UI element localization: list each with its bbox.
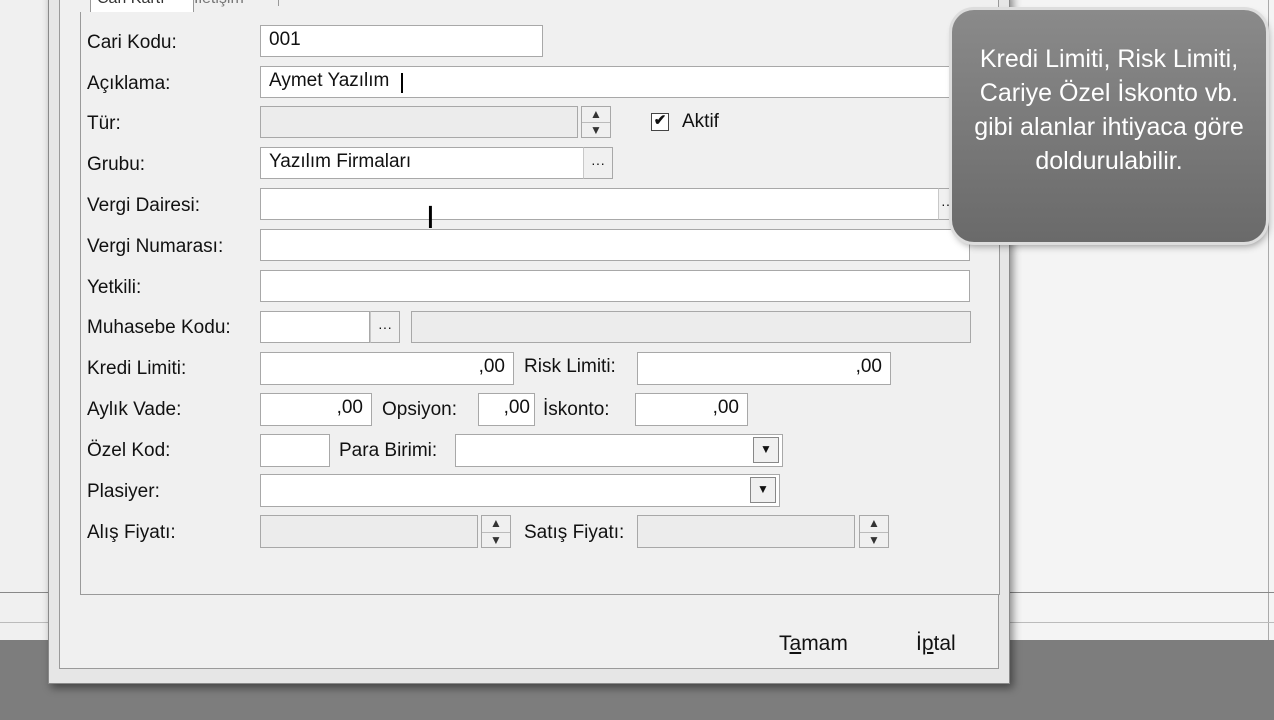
tur-input[interactable] <box>260 106 578 138</box>
iptal-button[interactable]: İptal <box>916 632 956 656</box>
info-callout: Kredi Limiti, Risk Limiti, Cariye Özel İ… <box>952 10 1266 242</box>
satis-fiyati-spinner[interactable]: ▲ ▼ <box>859 515 889 548</box>
plasiyer-label: Plasiyer: <box>87 481 160 502</box>
risk-limiti-label: Risk Limiti: <box>524 356 616 377</box>
plasiyer-select[interactable] <box>260 474 780 507</box>
cari-kodu-label: Cari Kodu: <box>87 32 177 53</box>
iptal-accel: p <box>921 632 934 655</box>
muhasebe-kodu-label: Muhasebe Kodu: <box>87 317 231 338</box>
vergi-dairesi-input[interactable] <box>260 188 940 220</box>
aciklama-value: Aymet Yazılım <box>269 70 390 91</box>
aylik-vade-input[interactable]: ,00 <box>260 393 372 426</box>
muhasebe-kodu-browse-button[interactable]: ··· <box>370 311 400 343</box>
muhasebe-aciklama-input <box>411 311 971 343</box>
spin-down-icon[interactable]: ▼ <box>582 123 610 138</box>
chevron-down-icon[interactable]: ▼ <box>750 477 776 503</box>
alis-fiyati-label: Alış Fiyatı: <box>87 522 176 543</box>
risk-limiti-input[interactable]: ,00 <box>637 352 891 385</box>
spin-up-icon[interactable]: ▲ <box>582 107 610 123</box>
alis-fiyati-input[interactable] <box>260 515 478 548</box>
iskonto-label: İskonto: <box>543 399 610 420</box>
grubu-browse-button[interactable]: ··· <box>583 147 613 179</box>
opsiyon-input[interactable]: ,00 <box>478 393 535 426</box>
vergi-dairesi-label: Vergi Dairesi: <box>87 195 200 216</box>
aktif-checkbox[interactable]: ✔ <box>651 113 669 131</box>
aciklama-label: Açıklama: <box>87 73 171 94</box>
yetkili-label: Yetkili: <box>87 277 142 298</box>
satis-fiyati-input[interactable] <box>637 515 855 548</box>
satis-fiyati-label: Satış Fiyatı: <box>524 522 625 543</box>
tamam-accel: a <box>789 632 802 655</box>
tamam-button[interactable]: Tamam <box>779 632 848 656</box>
aktif-label: Aktif <box>682 111 719 132</box>
spin-down-icon[interactable]: ▼ <box>860 533 888 549</box>
callout-text: Kredi Limiti, Risk Limiti, Cariye Özel İ… <box>974 45 1244 175</box>
chevron-down-icon[interactable]: ▼ <box>753 437 779 463</box>
spin-up-icon[interactable]: ▲ <box>482 516 510 533</box>
cari-kart-dialog: Cari Kartı İletişim Cari Kodu: 001 Açıkl… <box>48 0 1010 684</box>
iptal-label-part: tal <box>933 632 956 655</box>
grubu-input[interactable]: Yazılım Firmaları <box>260 147 584 179</box>
aylik-vade-label: Aylık Vade: <box>87 399 182 420</box>
dialog-body: Cari Kartı İletişim Cari Kodu: 001 Açıkl… <box>59 0 1000 669</box>
tur-spinner[interactable]: ▲ ▼ <box>581 106 611 138</box>
spin-down-icon[interactable]: ▼ <box>482 533 510 549</box>
tamam-label-part: mam <box>801 632 848 655</box>
opsiyon-label: Opsiyon: <box>382 399 457 420</box>
ozel-kod-label: Özel Kod: <box>87 440 171 461</box>
kredi-limiti-label: Kredi Limiti: <box>87 358 187 379</box>
para-birimi-select[interactable] <box>455 434 783 467</box>
alis-fiyati-spinner[interactable]: ▲ ▼ <box>481 515 511 548</box>
muhasebe-kodu-input[interactable] <box>260 311 370 343</box>
tab-divider <box>278 0 279 6</box>
yetkili-input[interactable] <box>260 270 970 302</box>
tamam-label-part: T <box>779 632 790 655</box>
spin-up-icon[interactable]: ▲ <box>860 516 888 533</box>
iskonto-input[interactable]: ,00 <box>635 393 748 426</box>
tab-iletisim[interactable]: İletişim <box>194 0 280 12</box>
text-caret <box>401 73 403 93</box>
grubu-label: Grubu: <box>87 154 146 175</box>
tur-label: Tür: <box>87 113 121 134</box>
vergi-numarasi-input[interactable] <box>260 229 970 261</box>
kredi-limiti-input[interactable]: ,00 <box>260 352 514 385</box>
aciklama-input[interactable]: Aymet Yazılım <box>260 66 970 98</box>
cari-kodu-input[interactable]: 001 <box>260 25 543 57</box>
background-window-left <box>0 0 51 640</box>
form-panel: Cari Kodu: 001 Açıklama: Aymet Yazılım T… <box>80 12 1000 595</box>
vergi-numarasi-label: Vergi Numarası: <box>87 236 224 257</box>
para-birimi-label: Para Birimi: <box>339 440 438 461</box>
ozel-kod-input[interactable] <box>260 434 330 467</box>
